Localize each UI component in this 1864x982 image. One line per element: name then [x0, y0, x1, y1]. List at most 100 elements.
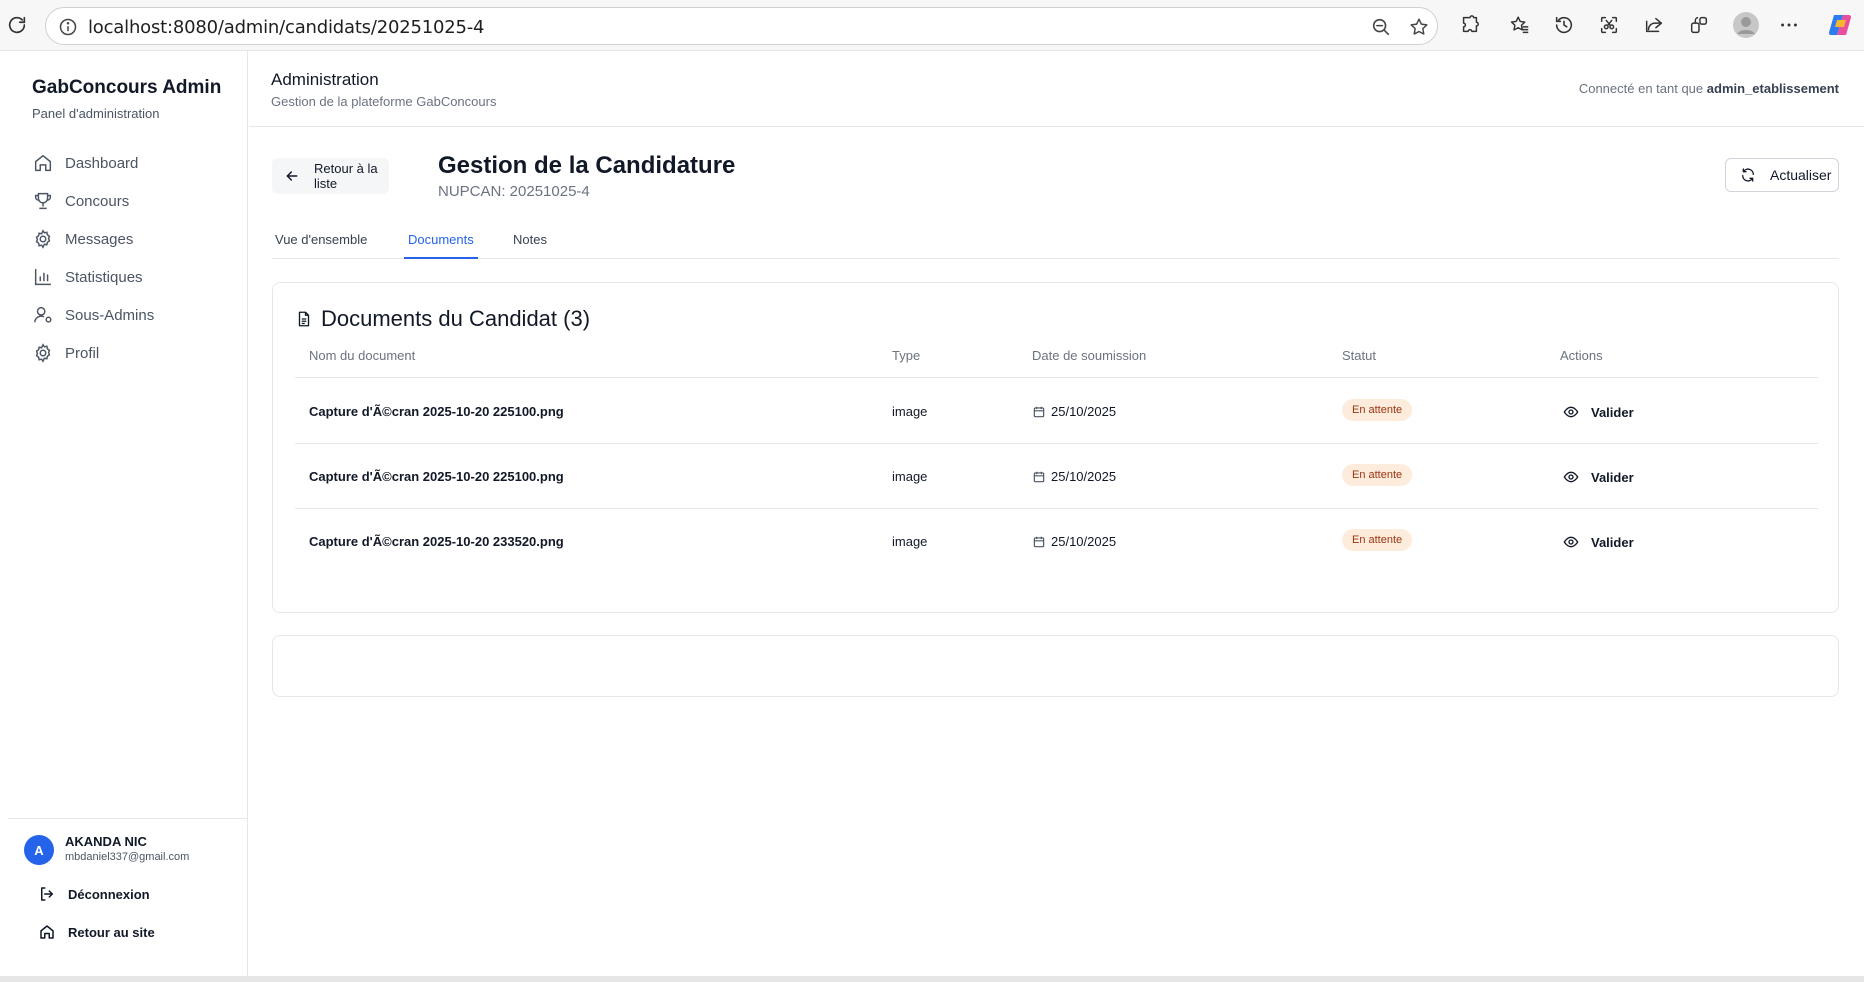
- bar-chart-icon: [32, 266, 54, 288]
- more-options-icon[interactable]: [1777, 13, 1801, 37]
- brand-subtitle: Panel d'administration: [32, 106, 160, 121]
- connected-prefix: Connecté en tant que: [1578, 81, 1704, 96]
- document-date: 25/10/2025: [1032, 534, 1116, 549]
- page-subtitle: NUPCAN: 20251025-4: [438, 183, 590, 200]
- validate-label: Valider: [1591, 404, 1634, 420]
- connected-user-text: Connecté en tant que admin_etablissement: [1579, 81, 1839, 96]
- sidebar-item-statistiques[interactable]: Statistiques: [32, 262, 232, 292]
- document-name: Capture d'Ã©cran 2025-10-20 233520.png: [309, 534, 564, 549]
- calendar-icon: [1032, 405, 1046, 419]
- sidebar-item-label: Statistiques: [65, 268, 143, 286]
- refresh-button[interactable]: Actualiser: [1725, 158, 1839, 192]
- favorites-icon[interactable]: [1508, 13, 1532, 37]
- logout-button[interactable]: Déconnexion: [38, 882, 150, 906]
- user-cog-icon: [32, 304, 54, 326]
- status-badge: En attente: [1342, 399, 1413, 421]
- refresh-label: Actualiser: [1770, 167, 1832, 183]
- address-bar[interactable]: localhost:8080/admin/candidats/20251025-…: [45, 7, 1438, 45]
- trophy-icon: [32, 190, 54, 212]
- calendar-icon: [1032, 470, 1046, 484]
- zoom-out-icon[interactable]: [1370, 16, 1392, 38]
- eye-icon: [1563, 404, 1579, 420]
- document-date-text: 25/10/2025: [1051, 469, 1117, 484]
- document-type: image: [892, 469, 928, 484]
- tab-notes[interactable]: Notes: [513, 232, 547, 247]
- extensions-icon[interactable]: [1458, 13, 1482, 37]
- column-header-status: Statut: [1342, 348, 1376, 363]
- document-date-text: 25/10/2025: [1051, 534, 1117, 549]
- sidebar-item-messages[interactable]: Messages: [32, 224, 232, 254]
- profile-icon[interactable]: [1732, 11, 1760, 39]
- document-date-text: 25/10/2025: [1051, 404, 1117, 419]
- sidebar-item-dashboard[interactable]: Dashboard: [32, 148, 232, 178]
- tab-bar: Vue d'ensemble Documents Notes: [272, 225, 1839, 259]
- copilot-icon[interactable]: [1826, 11, 1854, 39]
- documents-title: Documents du Candidat (3): [321, 306, 591, 331]
- logout-icon: [38, 885, 56, 903]
- validate-button[interactable]: Valider: [1563, 404, 1634, 420]
- calendar-icon: [1032, 535, 1046, 549]
- validate-button[interactable]: Valider: [1563, 469, 1634, 485]
- sidebar-item-sous-admins[interactable]: Sous-Admins: [32, 300, 232, 330]
- documents-card-header: Documents du Candidat (3): [295, 306, 590, 332]
- home-icon: [32, 152, 54, 174]
- sidebar-user-panel: A AKANDA NIC mbdaniel337@gmail.com Décon…: [8, 818, 248, 976]
- document-type: image: [892, 534, 928, 549]
- user-email: mbdaniel337@gmail.com: [65, 851, 190, 863]
- document-type: image: [892, 404, 928, 419]
- empty-card: [272, 635, 1839, 697]
- history-icon[interactable]: [1552, 13, 1576, 37]
- back-to-list-button[interactable]: Retour à la liste: [272, 158, 389, 194]
- collections-icon[interactable]: [1687, 13, 1711, 37]
- gear-icon: [32, 342, 54, 364]
- column-header-name: Nom du document: [309, 348, 416, 363]
- validate-label: Valider: [1591, 469, 1634, 485]
- sidebar-item-concours[interactable]: Concours: [32, 186, 232, 216]
- validate-button[interactable]: Valider: [1563, 534, 1634, 550]
- back-to-list-label: Retour à la liste: [314, 161, 378, 191]
- eye-icon: [1563, 534, 1579, 550]
- sidebar-item-label: Concours: [65, 192, 130, 210]
- validate-label: Valider: [1591, 534, 1634, 550]
- documents-card: Documents du Candidat (3) Nom du documen…: [272, 282, 1839, 613]
- arrow-left-icon: [284, 168, 300, 184]
- table-row: Capture d'Ã©cran 2025-10-20 225100.png i…: [295, 379, 1818, 444]
- user-name: AKANDA NIC: [65, 834, 147, 849]
- document-name: Capture d'Ã©cran 2025-10-20 225100.png: [309, 404, 564, 419]
- brand-title: GabConcours Admin: [32, 77, 222, 98]
- document-name: Capture d'Ã©cran 2025-10-20 225100.png: [309, 469, 564, 484]
- back-to-site-label: Retour au site: [68, 924, 155, 940]
- header-title: Administration: [271, 70, 379, 89]
- top-header: Administration Gestion de la plateforme …: [249, 51, 1864, 127]
- sidebar: GabConcours Admin Panel d'administration…: [8, 51, 248, 976]
- sidebar-item-label: Profil: [65, 344, 100, 362]
- share-icon[interactable]: [1642, 13, 1666, 37]
- favorite-star-icon[interactable]: [1408, 16, 1430, 38]
- document-date: 25/10/2025: [1032, 404, 1116, 419]
- logout-label: Déconnexion: [68, 886, 150, 902]
- sidebar-item-label: Dashboard: [65, 154, 139, 172]
- page-title: Gestion de la Candidature: [438, 152, 736, 179]
- sidebar-item-profil[interactable]: Profil: [32, 338, 232, 368]
- home-icon: [38, 923, 56, 941]
- eye-icon: [1563, 469, 1579, 485]
- site-info-icon[interactable]: [58, 17, 78, 37]
- document-date: 25/10/2025: [1032, 469, 1116, 484]
- tab-documents[interactable]: Documents: [408, 232, 474, 247]
- gear-icon: [32, 228, 54, 250]
- back-to-site-button[interactable]: Retour au site: [38, 920, 155, 944]
- avatar: A: [24, 835, 54, 865]
- status-badge: En attente: [1342, 529, 1413, 551]
- table-row: Capture d'Ã©cran 2025-10-20 233520.png i…: [295, 509, 1818, 574]
- sidebar-item-label: Sous-Admins: [65, 306, 155, 324]
- screenshot-icon[interactable]: [1597, 13, 1621, 37]
- browser-toolbar: localhost:8080/admin/candidats/20251025-…: [0, 0, 1864, 51]
- url-text[interactable]: localhost:8080/admin/candidats/20251025-…: [88, 17, 484, 38]
- active-tab-indicator: [404, 257, 478, 259]
- tab-overview[interactable]: Vue d'ensemble: [275, 232, 367, 247]
- table-row: Capture d'Ã©cran 2025-10-20 225100.png i…: [295, 444, 1818, 509]
- column-header-type: Type: [892, 348, 921, 363]
- reload-icon[interactable]: [4, 12, 30, 38]
- window-bottom-edge: [0, 976, 1864, 982]
- status-badge: En attente: [1342, 464, 1413, 486]
